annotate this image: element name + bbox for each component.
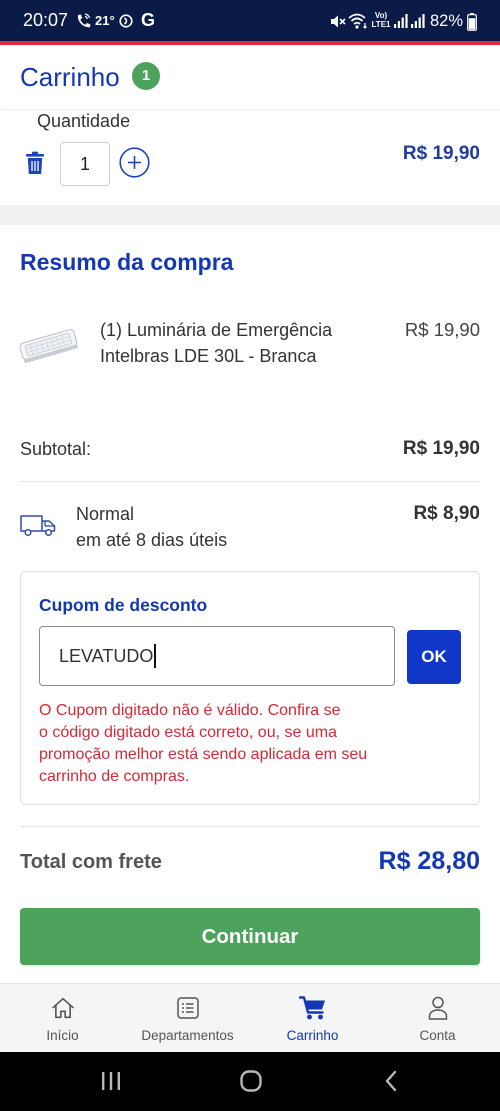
error-line: carrinho de compras. [39, 768, 190, 785]
signal-sim1-icon [394, 13, 408, 34]
google-icon: G [141, 10, 156, 30]
battery-icon [467, 13, 477, 36]
product-image [17, 322, 81, 377]
list-icon [125, 994, 250, 1022]
coupon-input[interactable]: LEVATUDO [39, 626, 395, 686]
nav-label: Carrinho [286, 1028, 339, 1043]
nav-item-carrinho[interactable]: Carrinho [250, 984, 375, 1052]
recent-apps-icon[interactable] [101, 1071, 121, 1096]
shipping-eta: em até 8 dias úteis [76, 530, 228, 550]
cart-count-badge: 1 [132, 62, 160, 90]
truck-icon [19, 512, 57, 543]
shipping-price: R$ 8,90 [413, 503, 480, 524]
nav-label: Início [46, 1028, 79, 1043]
error-line: promoção melhor está sendo aplicada em s… [39, 746, 368, 763]
bottom-navigation: Início Departamentos Carrinho Conta [0, 983, 500, 1052]
home-icon [0, 994, 125, 1022]
nav-item-inicio[interactable]: Início [0, 984, 125, 1052]
subtotal-label: Subtotal: [20, 439, 92, 459]
mute-icon [329, 13, 346, 35]
cart-icon [250, 994, 375, 1022]
continue-button[interactable]: Continuar [20, 908, 480, 965]
nav-item-departamentos[interactable]: Departamentos [125, 984, 250, 1052]
divider [20, 481, 480, 482]
home-button-icon[interactable] [240, 1070, 262, 1097]
order-summary-card: Resumo da compra (1) Luminária de Emergê… [0, 225, 500, 983]
user-icon [375, 994, 500, 1022]
product-name: (1) Luminária de Emergência Intelbras LD… [100, 320, 333, 366]
wifi-icon [348, 12, 369, 35]
data-saver-icon [119, 14, 133, 33]
volte-top-label: Vo) [374, 11, 388, 20]
system-navigation-bar [0, 1052, 500, 1111]
total-label: Total com frete [20, 851, 162, 873]
page-title: Carrinho [20, 62, 120, 92]
cart-item-card: Quantidade 1 R$ 19,90 [0, 109, 500, 205]
error-line: O Cupom digitado não é válido. Confira s… [39, 702, 341, 719]
volte-bottom-label: LTE1 [371, 20, 391, 29]
apply-coupon-button[interactable]: OK [407, 630, 461, 684]
error-line: o código digitado está correto, ou, se u… [39, 724, 337, 741]
page-header: Carrinho 1 [0, 45, 500, 109]
signal-sim2-icon [411, 13, 425, 34]
shipping-method: Normal [76, 504, 135, 524]
summary-title: Resumo da compra [20, 249, 234, 275]
nav-item-conta[interactable]: Conta [375, 984, 500, 1052]
volte-icon: Vo) LTE1 [371, 11, 391, 29]
item-price: R$ 19,90 [402, 143, 480, 164]
status-time: 20:07 [23, 10, 69, 30]
coupon-error-message: O Cupom digitado não é válido. Confira s… [39, 700, 459, 788]
trash-icon[interactable] [25, 151, 45, 180]
quantity-label: Quantidade [37, 111, 131, 131]
coupon-title: Cupom de desconto [39, 595, 208, 615]
product-price: R$ 19,90 [404, 319, 480, 340]
subtotal-value: R$ 19,90 [402, 438, 480, 459]
quantity-field[interactable]: 1 [60, 142, 110, 186]
total-value: R$ 28,80 [378, 847, 480, 875]
back-icon[interactable] [383, 1070, 399, 1097]
coupon-input-value: LEVATUDO [59, 646, 154, 666]
status-bar: 20:07 21° G Vo) LTE1 82% [0, 0, 500, 41]
status-temperature: 21° [95, 13, 115, 28]
nav-label: Departamentos [141, 1028, 234, 1043]
call-icon [75, 12, 92, 34]
text-caret [154, 643, 157, 668]
plus-circle-icon[interactable] [119, 147, 150, 183]
battery-percentage: 82% [430, 12, 464, 30]
divider [20, 826, 480, 827]
coupon-section: Cupom de desconto LEVATUDO OK O Cupom di… [20, 571, 480, 805]
nav-label: Conta [419, 1028, 456, 1043]
